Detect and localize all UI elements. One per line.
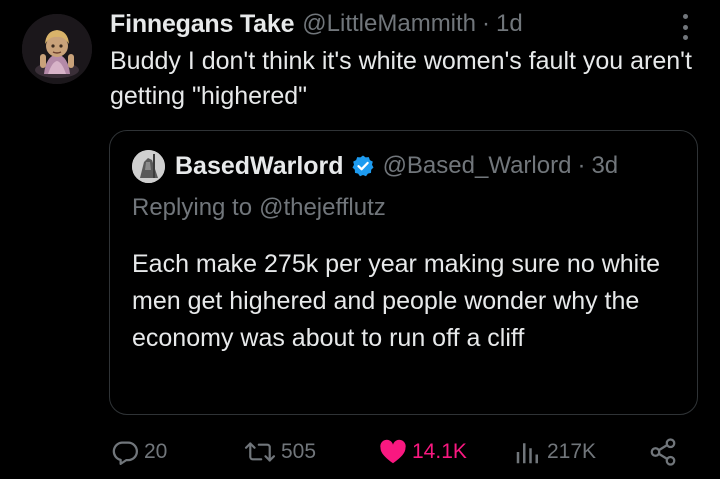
reply-count: 20 bbox=[144, 440, 168, 463]
tweet-text: Buddy I don't think it's white women's f… bbox=[110, 47, 692, 110]
views-button[interactable]: 217K bbox=[513, 432, 596, 472]
heart-icon bbox=[380, 439, 406, 464]
display-name[interactable]: Finnegans Take bbox=[110, 10, 294, 39]
replying-to-label: Replying to bbox=[132, 194, 253, 221]
avatar[interactable] bbox=[22, 14, 92, 84]
like-count: 14.1K bbox=[412, 440, 467, 463]
retweet-icon bbox=[244, 442, 276, 462]
separator-dot: · bbox=[482, 10, 491, 37]
replying-to: Replying to @thejefflutz bbox=[132, 191, 386, 225]
quoted-display-name[interactable]: BasedWarlord bbox=[175, 152, 344, 181]
retweet-count: 505 bbox=[281, 440, 317, 463]
share-button[interactable] bbox=[648, 432, 678, 472]
retweet-button[interactable]: 505 bbox=[243, 432, 316, 472]
quoted-avatar[interactable] bbox=[132, 149, 165, 183]
verified-badge-icon bbox=[351, 154, 375, 178]
quoted-user-handle[interactable]: @Based_Warlord bbox=[383, 152, 572, 180]
user-handle[interactable]: @LittleMammith bbox=[302, 10, 476, 38]
quoted-timestamp[interactable]: 3d bbox=[591, 152, 618, 180]
timestamp[interactable]: 1d bbox=[496, 10, 523, 38]
reply-button[interactable]: 20 bbox=[110, 432, 167, 472]
quoted-avatar-image bbox=[132, 149, 165, 183]
share-icon bbox=[650, 438, 676, 466]
quoted-separator-dot: · bbox=[577, 152, 586, 179]
action-bar: 20 505 14.1K 217K bbox=[0, 432, 720, 472]
more-icon[interactable] bbox=[672, 12, 698, 42]
views-count: 217K bbox=[547, 440, 597, 463]
avatar-image bbox=[22, 14, 92, 84]
quoted-tweet-text: Each make 275k per year making sure no w… bbox=[132, 250, 661, 352]
tweet-header: Finnegans Take @LittleMammith · 1d bbox=[110, 7, 523, 41]
replying-to-mention[interactable]: @thejefflutz bbox=[259, 194, 386, 222]
reply-icon bbox=[112, 441, 138, 465]
views-icon bbox=[516, 443, 538, 464]
quoted-tweet[interactable]: BasedWarlord @Based_Warlord · 3d Replyin… bbox=[109, 130, 698, 415]
like-button[interactable]: 14.1K bbox=[378, 432, 467, 472]
quoted-tweet-header: BasedWarlord @Based_Warlord · 3d bbox=[132, 149, 618, 183]
